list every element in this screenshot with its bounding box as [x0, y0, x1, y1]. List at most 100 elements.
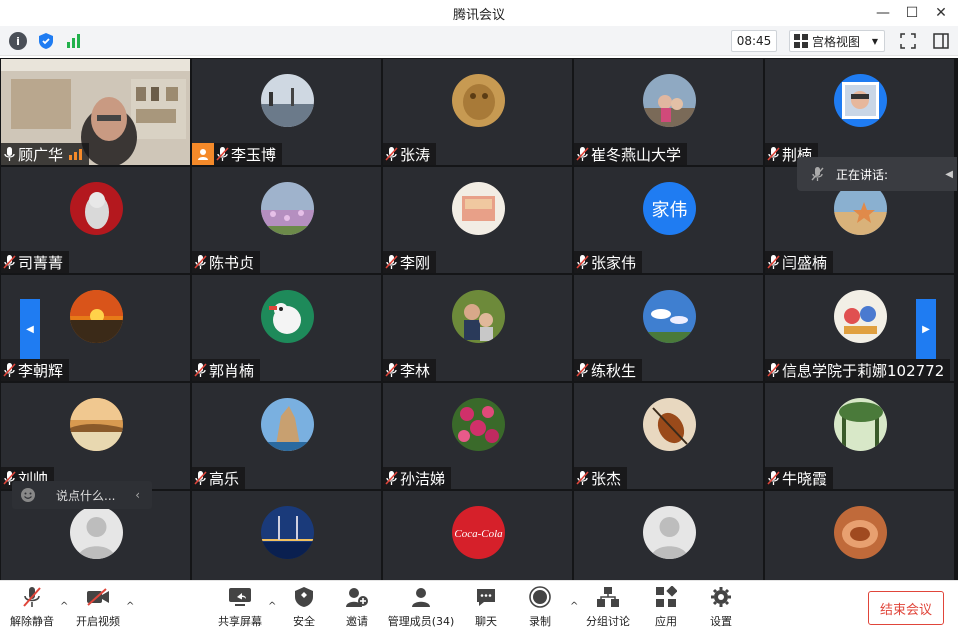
mic-muted-icon — [576, 255, 589, 269]
video-tile[interactable]: 高乐 — [192, 383, 381, 489]
end-meeting-button[interactable]: 结束会议 — [868, 591, 944, 625]
breakout-button[interactable]: 分组讨论 — [584, 585, 632, 629]
shield-icon[interactable] — [37, 32, 55, 50]
sidebar-toggle-icon[interactable] — [930, 31, 952, 51]
mic-muted-icon — [3, 255, 16, 269]
avatar — [834, 290, 887, 343]
participant-namebar: 崔冬燕山大学 — [574, 143, 688, 165]
video-tile[interactable] — [765, 491, 954, 580]
video-tile[interactable]: 郭肖楠 — [192, 275, 381, 381]
participant-namebar: 高乐 — [192, 467, 246, 489]
speaking-label: 正在讲话: — [836, 167, 889, 182]
chat-placeholder[interactable]: 说点什么... — [56, 487, 115, 504]
video-tile[interactable] — [192, 491, 381, 580]
signal-icon[interactable] — [65, 32, 83, 50]
video-tile[interactable]: 李玉博 — [192, 59, 381, 165]
manage-members-button[interactable]: 管理成员(34) — [386, 585, 456, 629]
minimize-icon[interactable]: — — [868, 0, 898, 26]
window-title: 腾讯会议 — [452, 7, 505, 23]
participant-namebar: 闫盛楠 — [765, 251, 834, 273]
avatar — [261, 182, 314, 235]
avatar — [452, 290, 505, 343]
view-selector[interactable]: 宫格视图 ▼ — [789, 30, 885, 52]
video-tile[interactable]: 陈书贞 — [192, 167, 381, 273]
avatar — [643, 506, 696, 559]
participant-name: 张涛 — [400, 145, 431, 164]
participant-name: 闫盛楠 — [782, 253, 828, 272]
avatar — [261, 74, 314, 127]
video-tile[interactable]: 顾广华 — [1, 59, 190, 165]
page-next-button[interactable]: ▶ — [916, 299, 936, 359]
record-icon — [528, 585, 552, 609]
mic-muted-icon — [194, 255, 207, 269]
participant-namebar: 张杰 — [574, 467, 628, 489]
video-tile[interactable]: 司菁菁 — [1, 167, 190, 273]
participant-name: 张杰 — [591, 469, 622, 488]
participant-namebar: 练秋生 — [574, 359, 643, 381]
video-tile[interactable]: 李林 — [383, 275, 572, 381]
host-icon — [192, 143, 214, 165]
meeting-timer: 08:45 — [731, 30, 777, 52]
video-tile[interactable]: 崔冬燕山大学 — [574, 59, 763, 165]
participant-name: 张家伟 — [591, 253, 637, 272]
emoji-icon[interactable] — [12, 487, 44, 503]
share-screen-button[interactable]: 共享屏幕 — [216, 585, 264, 629]
security-button[interactable]: 安全 — [284, 585, 324, 629]
participant-name: 孙洁娣 — [400, 469, 446, 488]
chevron-up-icon[interactable]: ^ — [570, 601, 578, 612]
share-screen-icon — [228, 585, 252, 609]
chevron-up-icon[interactable]: ^ — [60, 601, 68, 612]
chevron-up-icon[interactable]: ^ — [268, 601, 276, 612]
participant-namebar: 司菁菁 — [1, 251, 70, 273]
mic-muted-icon — [385, 471, 398, 485]
participant-namebar: 张涛 — [383, 143, 437, 165]
apps-icon — [654, 585, 678, 609]
participant-namebar: 孙洁娣 — [383, 467, 452, 489]
invite-label: 邀请 — [346, 615, 368, 628]
shield-icon — [292, 585, 316, 609]
participant-namebar: 李玉博 — [192, 143, 283, 165]
avatar — [643, 290, 696, 343]
video-tile[interactable] — [574, 491, 763, 580]
participant-namebar: 信息学院于莉娜102772 — [765, 359, 951, 381]
chevron-left-icon[interactable]: ◀ — [945, 169, 953, 180]
chat-label: 聊天 — [475, 615, 497, 628]
start-video-button[interactable]: 开启视频 — [74, 585, 122, 629]
page-prev-button[interactable]: ◀ — [20, 299, 40, 359]
video-tile[interactable]: 李刚 — [383, 167, 572, 273]
video-tile[interactable]: 家伟 张家伟 — [574, 167, 763, 273]
mic-muted-icon — [576, 147, 589, 161]
microphone-icon — [4, 147, 15, 161]
participant-name: 司菁菁 — [18, 253, 64, 272]
video-tile[interactable]: 张涛 — [383, 59, 572, 165]
video-tile[interactable]: 练秋生 — [574, 275, 763, 381]
chat-button[interactable]: 聊天 — [466, 585, 506, 629]
close-icon[interactable]: ✕ — [926, 0, 956, 26]
settings-button[interactable]: 设置 — [701, 585, 741, 629]
avatar — [643, 74, 696, 127]
participant-namebar: 牛晓霞 — [765, 467, 834, 489]
quick-chat-box[interactable]: 说点什么... ‹ — [12, 481, 152, 509]
video-tile[interactable]: Coca-Cola — [383, 491, 572, 580]
video-tile[interactable]: 孙洁娣 — [383, 383, 572, 489]
bottom-toolbar: 解除静音 ^ 开启视频 ^ 共享屏幕 ^ 安全 邀请 管理成员(34) 聊天 录… — [0, 580, 958, 632]
invite-button[interactable]: 邀请 — [337, 585, 377, 629]
video-tile[interactable]: 荆楠 — [765, 59, 954, 165]
unmute-button[interactable]: 解除静音 — [8, 585, 56, 629]
video-tile[interactable]: 牛晓霞 — [765, 383, 954, 489]
mic-muted-icon — [385, 147, 398, 161]
maximize-icon[interactable]: ☐ — [897, 0, 927, 26]
fullscreen-icon[interactable] — [897, 31, 919, 51]
record-button[interactable]: 录制 — [520, 585, 560, 629]
mic-muted-icon — [576, 471, 589, 485]
participant-name: 高乐 — [209, 469, 240, 488]
breakout-label: 分组讨论 — [586, 615, 630, 628]
participant-name: 信息学院于莉娜102772 — [782, 361, 945, 380]
chevron-left-icon[interactable]: ‹ — [135, 488, 140, 502]
video-tile[interactable]: 刘帅 — [1, 383, 190, 489]
apps-button[interactable]: 应用 — [646, 585, 686, 629]
video-tile[interactable]: 张杰 — [574, 383, 763, 489]
chevron-up-icon[interactable]: ^ — [126, 601, 134, 612]
participant-name: 李朝辉 — [18, 361, 64, 380]
info-icon[interactable]: i — [9, 32, 27, 50]
